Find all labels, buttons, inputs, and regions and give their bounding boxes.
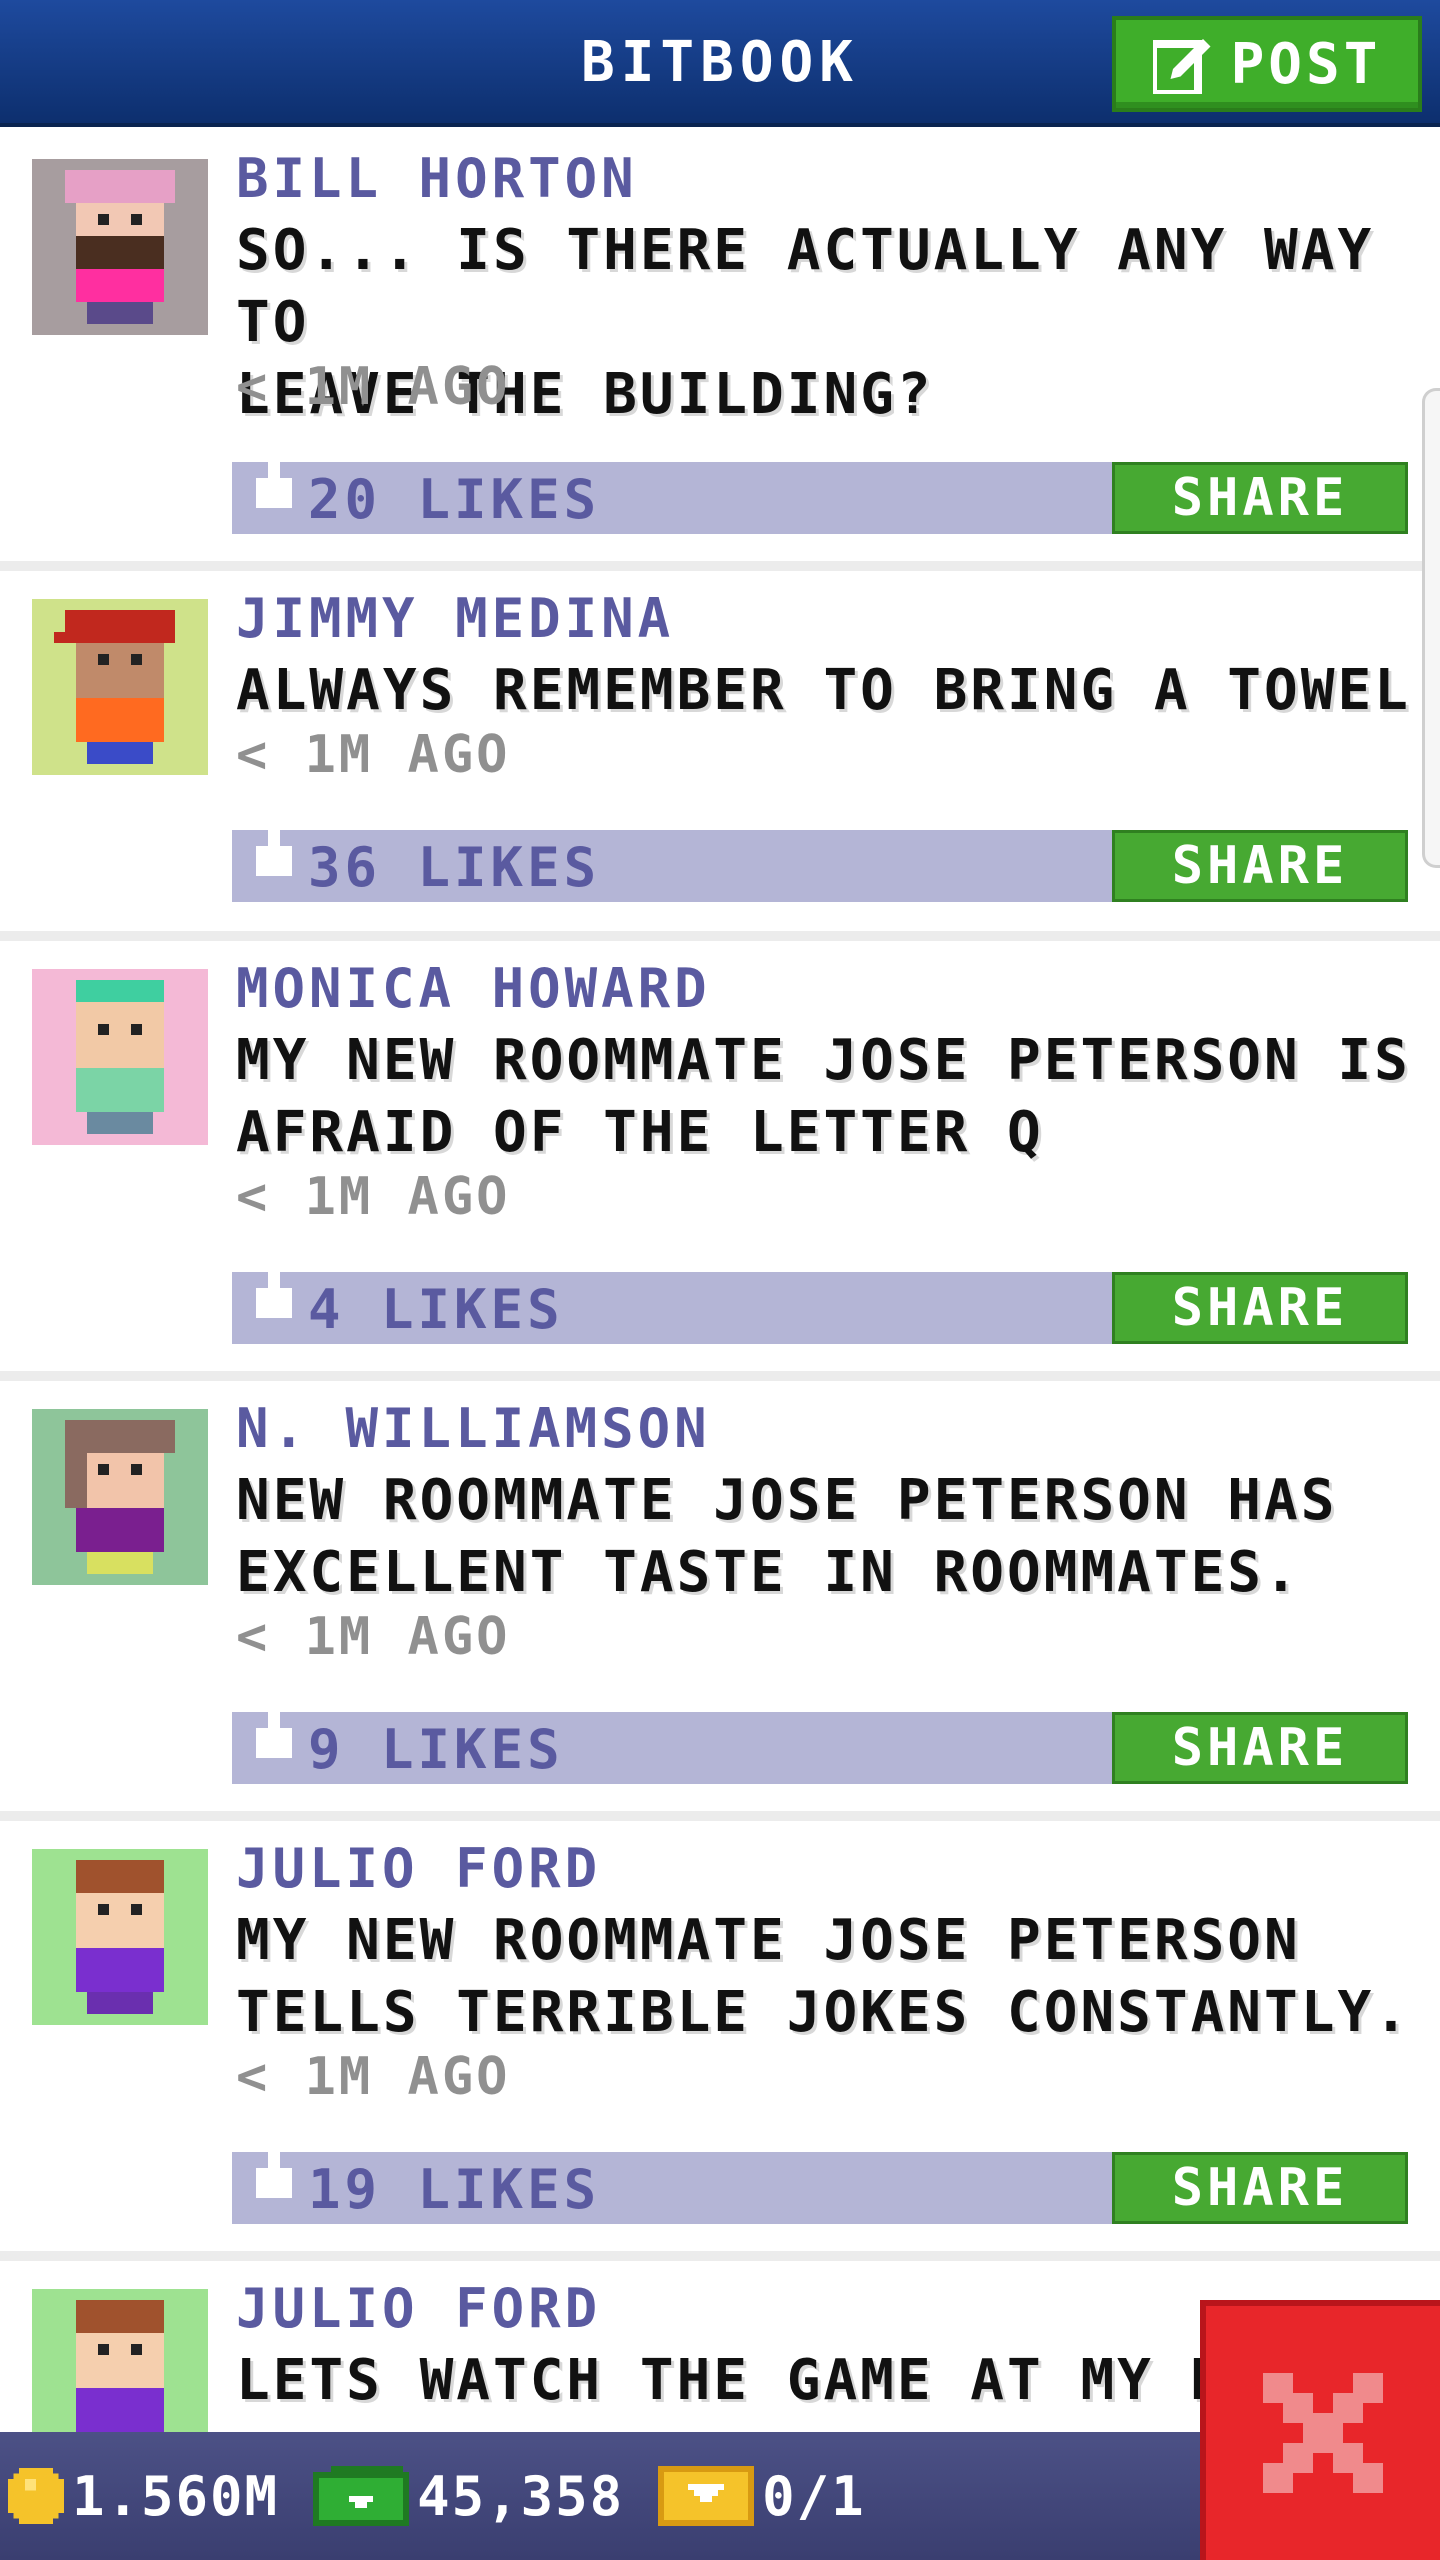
- likes-count: 9 LIKES: [308, 1718, 564, 1781]
- bux-stat: 45,358: [313, 2464, 624, 2528]
- post-author[interactable]: JULIO FORD: [236, 1837, 601, 1900]
- thumbs-up-icon: [256, 2138, 292, 2198]
- likes-bar[interactable]: 19 LIKES SHARE: [232, 2138, 1408, 2224]
- post-message: MY NEW ROOMMATE JOSE PETERSON IS AFRAID …: [236, 1028, 1411, 1165]
- post-author[interactable]: JULIO FORD: [236, 2277, 601, 2340]
- post-time: < 1M AGO: [236, 357, 511, 417]
- bux-value: 45,358: [417, 2464, 625, 2528]
- avatar: [32, 1409, 208, 1585]
- post-author[interactable]: BILL HORTON: [236, 147, 638, 210]
- thumbs-up-icon: [256, 816, 292, 876]
- tickets-value: 0/1: [762, 2464, 866, 2528]
- feed-post: MONICA HOWARD MY NEW ROOMMATE JOSE PETER…: [0, 941, 1440, 1381]
- feed-post: BILL HORTON SO... IS THERE ACTUALLY ANY …: [0, 131, 1440, 571]
- avatar: [32, 159, 208, 335]
- feed-post: N. WILLIAMSON NEW ROOMMATE JOSE PETERSON…: [0, 1381, 1440, 1821]
- post-time: < 1M AGO: [236, 2047, 511, 2107]
- avatar: [32, 969, 208, 1145]
- likes-bar[interactable]: 9 LIKES SHARE: [232, 1698, 1408, 1784]
- feed-post: JULIO FORD MY NEW ROOMMATE JOSE PETERSON…: [0, 1821, 1440, 2261]
- likes-count: 19 LIKES: [308, 2158, 601, 2221]
- likes-count: 20 LIKES: [308, 468, 601, 531]
- post-message: ALWAYS REMEMBER TO BRING A TOWEL: [236, 658, 1411, 723]
- avatar: [32, 599, 208, 775]
- bux-icon: [313, 2466, 410, 2526]
- post-button[interactable]: POST: [1112, 16, 1422, 112]
- coins-value: 1.560M: [72, 2464, 280, 2528]
- thumbs-up-icon: [256, 1698, 292, 1758]
- post-button-label: POST: [1230, 31, 1382, 97]
- post-message: NEW ROOMMATE JOSE PETERSON HAS EXCELLENT…: [236, 1468, 1338, 1605]
- tickets-stat: 0/1: [658, 2465, 866, 2528]
- likes-bar[interactable]: 36 LIKES SHARE: [232, 816, 1408, 902]
- thumbs-up-icon: [256, 1258, 292, 1318]
- share-button[interactable]: SHARE: [1112, 1712, 1408, 1784]
- coin-icon: [8, 2468, 64, 2524]
- post-author[interactable]: MONICA HOWARD: [236, 957, 711, 1020]
- close-button[interactable]: [1200, 2300, 1440, 2560]
- likes-count: 4 LIKES: [308, 1278, 564, 1341]
- thumbs-up-icon: [256, 448, 292, 508]
- post-author[interactable]: N. WILLIAMSON: [236, 1397, 711, 1460]
- post-time: < 1M AGO: [236, 725, 511, 785]
- app-header: BITBOOK POST: [0, 0, 1440, 127]
- scroll-indicator[interactable]: [1422, 388, 1440, 868]
- coins-stat: 1.560M: [8, 2465, 279, 2528]
- post-author[interactable]: JIMMY MEDINA: [236, 587, 674, 650]
- news-feed[interactable]: BILL HORTON SO... IS THERE ACTUALLY ANY …: [0, 131, 1440, 2465]
- likes-bar[interactable]: 4 LIKES SHARE: [232, 1258, 1408, 1344]
- share-button[interactable]: SHARE: [1112, 462, 1408, 534]
- avatar: [32, 1849, 208, 2025]
- compose-icon: [1152, 39, 1211, 94]
- share-button[interactable]: SHARE: [1112, 1272, 1408, 1344]
- likes-bar[interactable]: 20 LIKES SHARE: [232, 448, 1408, 534]
- close-icon: [1263, 2373, 1383, 2493]
- ticket-icon: [658, 2466, 755, 2526]
- post-time: < 1M AGO: [236, 1167, 511, 1227]
- post-time: < 1M AGO: [236, 1607, 511, 1667]
- likes-count: 36 LIKES: [308, 836, 601, 899]
- post-message: MY NEW ROOMMATE JOSE PETERSON TELLS TERR…: [236, 1908, 1411, 2045]
- share-button[interactable]: SHARE: [1112, 830, 1408, 902]
- share-button[interactable]: SHARE: [1112, 2152, 1408, 2224]
- feed-post: JIMMY MEDINA ALWAYS REMEMBER TO BRING A …: [0, 571, 1440, 941]
